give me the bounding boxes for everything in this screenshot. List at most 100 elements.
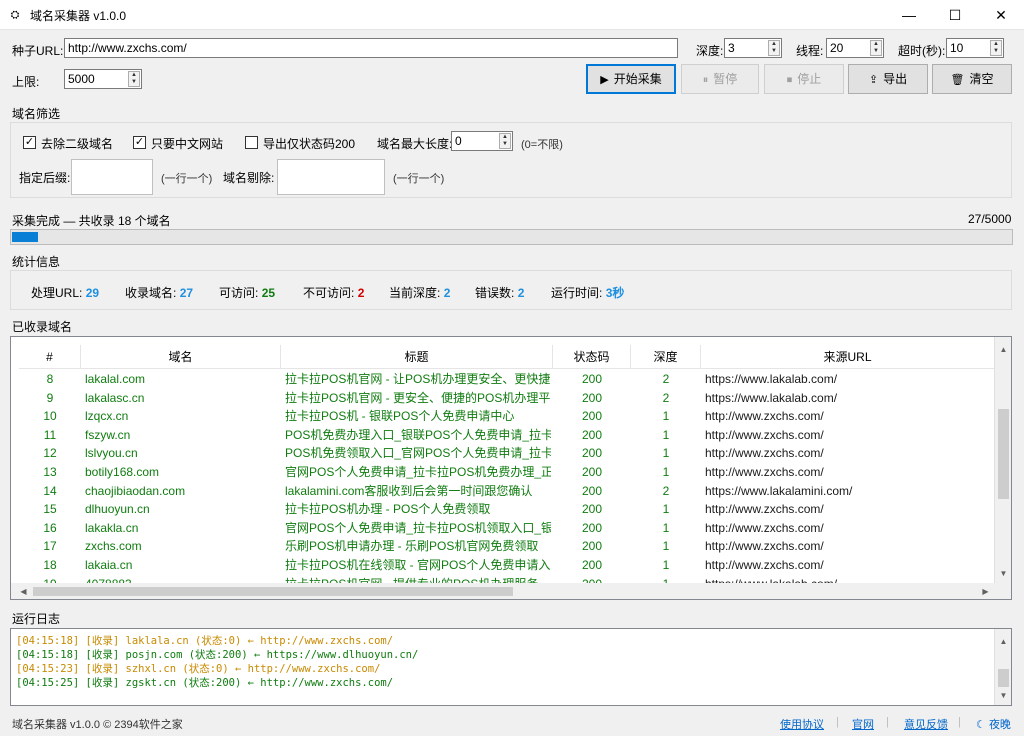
table-cell: 1 [662, 409, 670, 424]
log-area[interactable]: ▲ ▼ [04:15:18] [收录] laklala.cn (状态:0) ← … [10, 628, 1012, 706]
vertical-scrollbar[interactable]: ▲ ▼ [994, 337, 1011, 583]
night-mode-toggle[interactable]: ☾ 夜晚 [976, 716, 1011, 732]
table-cell: 拉卡拉POS机官网 - 提供专业的POS机办理服务 [285, 575, 551, 583]
table-row[interactable]: 19 4078883 拉卡拉POS机官网 - 提供专业的POS机办理服务2001 ht… [19, 575, 995, 583]
minimize-button[interactable]: — [886, 0, 932, 30]
table-row[interactable]: 13 botily168.com 官网POS个人免费申请_拉卡拉POS机免费办理_正… [19, 463, 995, 482]
export-200-checkbox[interactable] [245, 136, 258, 149]
table-cell: 1 [631, 575, 701, 583]
table-row[interactable]: 10 lzqcx.cn 拉卡拉POS机 - 银联POS个人免费申请中心 200 1 htt… [19, 407, 995, 426]
timeout-spinner[interactable]: 10 ▲ ▼ [946, 38, 1004, 58]
threads-spinner[interactable]: 20 ▲ ▼ [826, 38, 884, 58]
export-button[interactable]: ⇪ 导出 [848, 64, 928, 94]
scroll-up-icon[interactable]: ▲ [995, 633, 1011, 650]
column-header[interactable]: # [19, 345, 81, 369]
table-cell: chaojibiaodan.com [85, 483, 186, 498]
spin-arrows-icon[interactable]: ▲ ▼ [870, 40, 882, 56]
table-cell: 官网POS个人免费申请_拉卡拉POS机免费办理_正规PO [285, 465, 551, 479]
table-row[interactable]: 17 zxchs.com 乐刷POS机申请办理 - 乐刷POS机官网免费领取 200 1… [19, 537, 995, 556]
stop-button[interactable]: ⏹ 停止 [764, 64, 844, 94]
spin-arrows-icon[interactable]: ▲ ▼ [499, 133, 511, 149]
trash-icon: 🗑 [950, 74, 965, 86]
spin-arrows-icon[interactable]: ▲ ▼ [990, 40, 1002, 56]
table-row[interactable]: 18 lakaia.cn 拉卡拉POS机在线领取 - 官网POS个人免费申请入口 20… [19, 556, 995, 575]
scroll-up-icon[interactable]: ▲ [995, 341, 1011, 358]
column-header[interactable]: 标题 [281, 345, 553, 369]
limit-spinner[interactable]: 5000 ▲ ▼ [64, 69, 142, 89]
table-cell: 1 [662, 502, 670, 517]
table-cell: 16 [43, 520, 57, 535]
column-header[interactable]: 域名 [81, 345, 281, 369]
spin-arrows-icon[interactable]: ▲ ▼ [768, 40, 780, 56]
progress-count: 27/5000 [968, 212, 1012, 226]
scroll-down-icon[interactable]: ▼ [995, 565, 1011, 582]
maxlen-hint: (0=不限) [521, 139, 563, 151]
remove-textarea[interactable] [277, 159, 385, 195]
site-link[interactable]: 官网 [852, 716, 874, 732]
column-header[interactable]: 深度 [631, 345, 701, 369]
depth-spinner[interactable]: 3 ▲ ▼ [724, 38, 782, 58]
horizontal-scrollbar[interactable]: ◀ ▶ [11, 583, 1011, 599]
threads-value: 20 [830, 41, 844, 55]
table-row[interactable]: 8 lakalal.com 拉卡拉POS机官网 - 让POS机办理更安全、更快捷 20… [19, 370, 995, 389]
table-row[interactable]: 14 chaojibiaodan.com lakalamini.com客服收到后会第… [19, 482, 995, 501]
table-cell: http://www.zxchs.com/ [705, 558, 824, 572]
maximize-button[interactable]: ☐ [932, 0, 978, 30]
table-row[interactable]: 11 fszyw.cn POS机免费办理入口_银联POS个人免费申请_拉卡拉官 200… [19, 426, 995, 445]
table-cell: 拉卡拉POS机办理 - POS个人免费领取 [285, 502, 491, 517]
table-cell: 2 [662, 372, 670, 386]
table-cell: https://www.lakalamini.com/ [705, 483, 853, 498]
remove-label: 域名剔除: [223, 171, 275, 185]
table-cell: 15 [43, 502, 57, 517]
stat-reachable: 可访问: 25 [219, 286, 276, 300]
start-button[interactable]: ▶ 开始采集 [586, 64, 676, 94]
scroll-down-icon[interactable]: ▼ [995, 687, 1011, 704]
table-row[interactable]: 16 lakakla.cn 官网POS个人免费申请_拉卡拉POS机领取入口_银联PO… [19, 519, 995, 538]
table-cell: 200 [581, 539, 603, 554]
hscroll-thumb[interactable] [33, 587, 513, 596]
scroll-thumb[interactable] [998, 409, 1009, 499]
table-row[interactable]: 15 dlhuoyun.cn 拉卡拉POS机办理 - POS个人免费领取 200 1 ht… [19, 500, 995, 519]
table-cell: 200 [581, 502, 603, 517]
column-header[interactable]: 来源URL [701, 345, 995, 369]
title-bar: ⛭ 域名采集器 v1.0.0 — ☐ ✕ [0, 0, 1024, 30]
timeout-value: 10 [950, 41, 964, 55]
suffix-label: 指定后缀: [19, 171, 71, 185]
table-cell: 200 [581, 427, 603, 442]
limit-label: 上限: [12, 75, 40, 89]
table-cell: 200 [581, 520, 603, 535]
column-header[interactable]: 状态码 [553, 345, 631, 369]
table-row[interactable]: 9 lakalasc.cn 拉卡拉POS机官网 - 更安全、便捷的POS机办理平台 2… [19, 389, 995, 408]
table-header: # 域名 标题 状态码 深度 来源URL [19, 345, 995, 369]
table-cell: https://www.lakalab.com/ [705, 575, 993, 583]
table-cell: lakaia.cn [85, 558, 133, 572]
table-cell: lakalal.com [85, 372, 146, 386]
table-row[interactable]: 12 lslvyou.cn POS机免费领取入口_官网POS个人免费申请_拉卡拉在 2… [19, 444, 995, 463]
table-body: 8 lakalal.com 拉卡拉POS机官网 - 让POS机办理更安全、更快捷 20… [19, 369, 995, 583]
app-icon: ⛭ [10, 9, 20, 21]
stop-icon: ⏹ [786, 74, 793, 86]
progress-status: 采集完成 — 共收录 18 个域名 [12, 214, 171, 228]
exclude-subdomain-checkbox[interactable]: ✓ [23, 136, 36, 149]
close-button[interactable]: ✕ [978, 0, 1024, 30]
seed-url-input[interactable]: http://www.zxchs.com/ [64, 38, 678, 58]
log-scrollbar[interactable]: ▲ ▼ [994, 629, 1011, 705]
feedback-link[interactable]: 意见反馈 [904, 716, 948, 732]
scroll-thumb[interactable] [998, 669, 1009, 687]
spin-arrows-icon[interactable]: ▲ ▼ [128, 71, 140, 87]
only-chinese-checkbox[interactable]: ✓ [133, 136, 146, 149]
maxlen-spinner[interactable]: 0 ▲ ▼ [451, 131, 513, 151]
scroll-left-icon[interactable]: ◀ [15, 583, 32, 599]
table-cell: 14 [43, 483, 57, 498]
table-cell: 拉卡拉POS机官网 - 更安全、便捷的POS机办理平台 [285, 390, 551, 405]
maxlen-label: 域名最大长度: [377, 137, 453, 151]
scroll-right-icon[interactable]: ▶ [977, 583, 994, 599]
suffix-textarea[interactable] [71, 159, 153, 195]
table-cell: http://www.zxchs.com/ [705, 427, 824, 442]
table-cell: http://www.zxchs.com/ [705, 465, 824, 479]
pause-button[interactable]: ⏸ 暂停 [681, 64, 759, 94]
table-cell: 200 [581, 390, 603, 405]
table-cell: 1 [662, 520, 670, 535]
terms-link[interactable]: 使用协议 [780, 716, 824, 732]
clear-button[interactable]: 🗑 清空 [932, 64, 1012, 94]
